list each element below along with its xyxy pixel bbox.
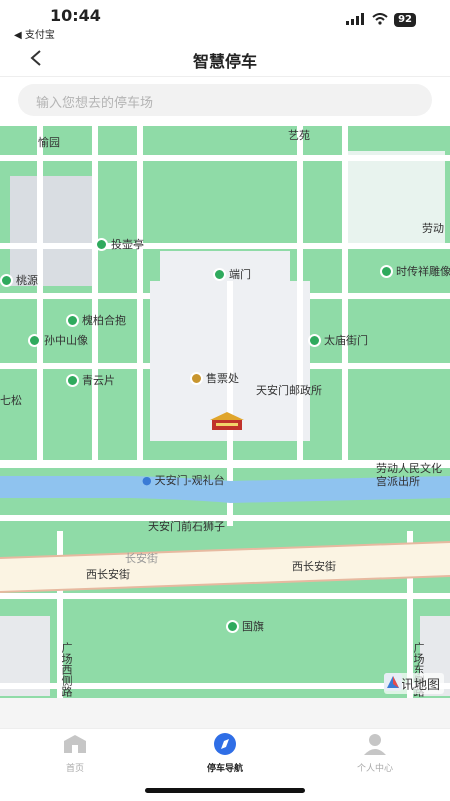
tab-parking-navigation[interactable]: 停车导航 bbox=[180, 733, 270, 774]
poi-icon bbox=[226, 619, 239, 633]
status-time: 10:44 bbox=[50, 6, 101, 25]
battery-indicator: 92 bbox=[394, 12, 416, 27]
home-indicator bbox=[145, 788, 305, 793]
poi-label[interactable]: ● 天安门-观礼台 bbox=[142, 472, 225, 488]
map-watermark: 腾讯地图 bbox=[383, 673, 444, 694]
poi-label[interactable]: 投壶亭 bbox=[95, 236, 144, 252]
poi-label[interactable]: 槐柏合抱 bbox=[66, 312, 126, 328]
page-title: 智慧停车 bbox=[192, 52, 257, 71]
search-placeholder: 输入您想去的停车场 bbox=[36, 96, 154, 111]
poi-label[interactable]: 国旗 bbox=[226, 618, 264, 634]
poi-label[interactable]: 愉园 bbox=[38, 134, 60, 150]
location-dot-icon: ● bbox=[142, 473, 152, 487]
tab-label: 个人中心 bbox=[356, 764, 393, 774]
signal-icon bbox=[346, 10, 366, 29]
poi-icon bbox=[380, 264, 393, 278]
poi-icon bbox=[95, 237, 108, 251]
road-label: 西长安街 bbox=[292, 560, 336, 573]
tab-home[interactable]: 首页 bbox=[30, 733, 120, 774]
road-label: 西长安街 bbox=[86, 568, 130, 581]
tab-label: 停车导航 bbox=[206, 764, 243, 774]
nav-bar: 智慧停车 bbox=[0, 40, 450, 77]
poi-icon bbox=[66, 313, 79, 327]
tab-bar: 首页 停车导航 个人中心 bbox=[0, 728, 450, 801]
poi-label[interactable]: 天安门邮政所 bbox=[256, 382, 322, 398]
road-label: 长安街 bbox=[125, 552, 158, 565]
poi-label[interactable]: 劳动人民文化宫派出所 bbox=[376, 462, 450, 488]
map-view[interactable]: 艺苑 愉园 劳动 投壶亭 桃源 端门 时传祥雕像 槐柏合抱 孙中山像 太庙街门 … bbox=[0, 126, 450, 698]
tencent-map-logo-icon bbox=[383, 673, 402, 691]
poi-label[interactable]: 售票处 bbox=[190, 370, 239, 386]
search-input[interactable]: 输入您想去的停车场 bbox=[18, 84, 432, 116]
poi-icon bbox=[66, 373, 79, 387]
ticket-icon bbox=[190, 371, 203, 385]
tab-label: 首页 bbox=[65, 764, 84, 774]
status-bar: 10:44 ◀ 支付宝 92 bbox=[0, 0, 450, 41]
poi-label[interactable]: 时传祥雕像 bbox=[380, 263, 450, 279]
status-icons: 92 bbox=[346, 10, 416, 29]
poi-label[interactable]: 艺苑 bbox=[288, 127, 310, 143]
road-label: 广场西侧路 bbox=[60, 642, 73, 697]
poi-label[interactable]: 孙中山像 bbox=[28, 332, 88, 348]
user-icon bbox=[364, 734, 386, 755]
wifi-icon bbox=[372, 10, 388, 29]
poi-label[interactable]: 端门 bbox=[213, 266, 251, 282]
poi-icon bbox=[0, 273, 13, 287]
poi-icon bbox=[308, 333, 321, 347]
compass-icon bbox=[214, 733, 236, 755]
poi-label[interactable]: 劳动 bbox=[422, 220, 444, 236]
tab-profile[interactable]: 个人中心 bbox=[330, 733, 420, 774]
poi-label[interactable]: 桃源 bbox=[0, 272, 38, 288]
poi-label[interactable]: 天安门前石狮子 bbox=[148, 518, 225, 534]
poi-label[interactable]: 七松 bbox=[0, 392, 22, 408]
back-to-app-link[interactable]: ◀ 支付宝 bbox=[14, 26, 55, 41]
home-icon bbox=[64, 735, 86, 753]
map-footer-spacer bbox=[0, 698, 450, 728]
poi-icon bbox=[213, 267, 226, 281]
poi-label[interactable]: 青云片 bbox=[66, 372, 115, 388]
poi-icon bbox=[28, 333, 41, 347]
poi-label[interactable]: 太庙街门 bbox=[308, 332, 368, 348]
